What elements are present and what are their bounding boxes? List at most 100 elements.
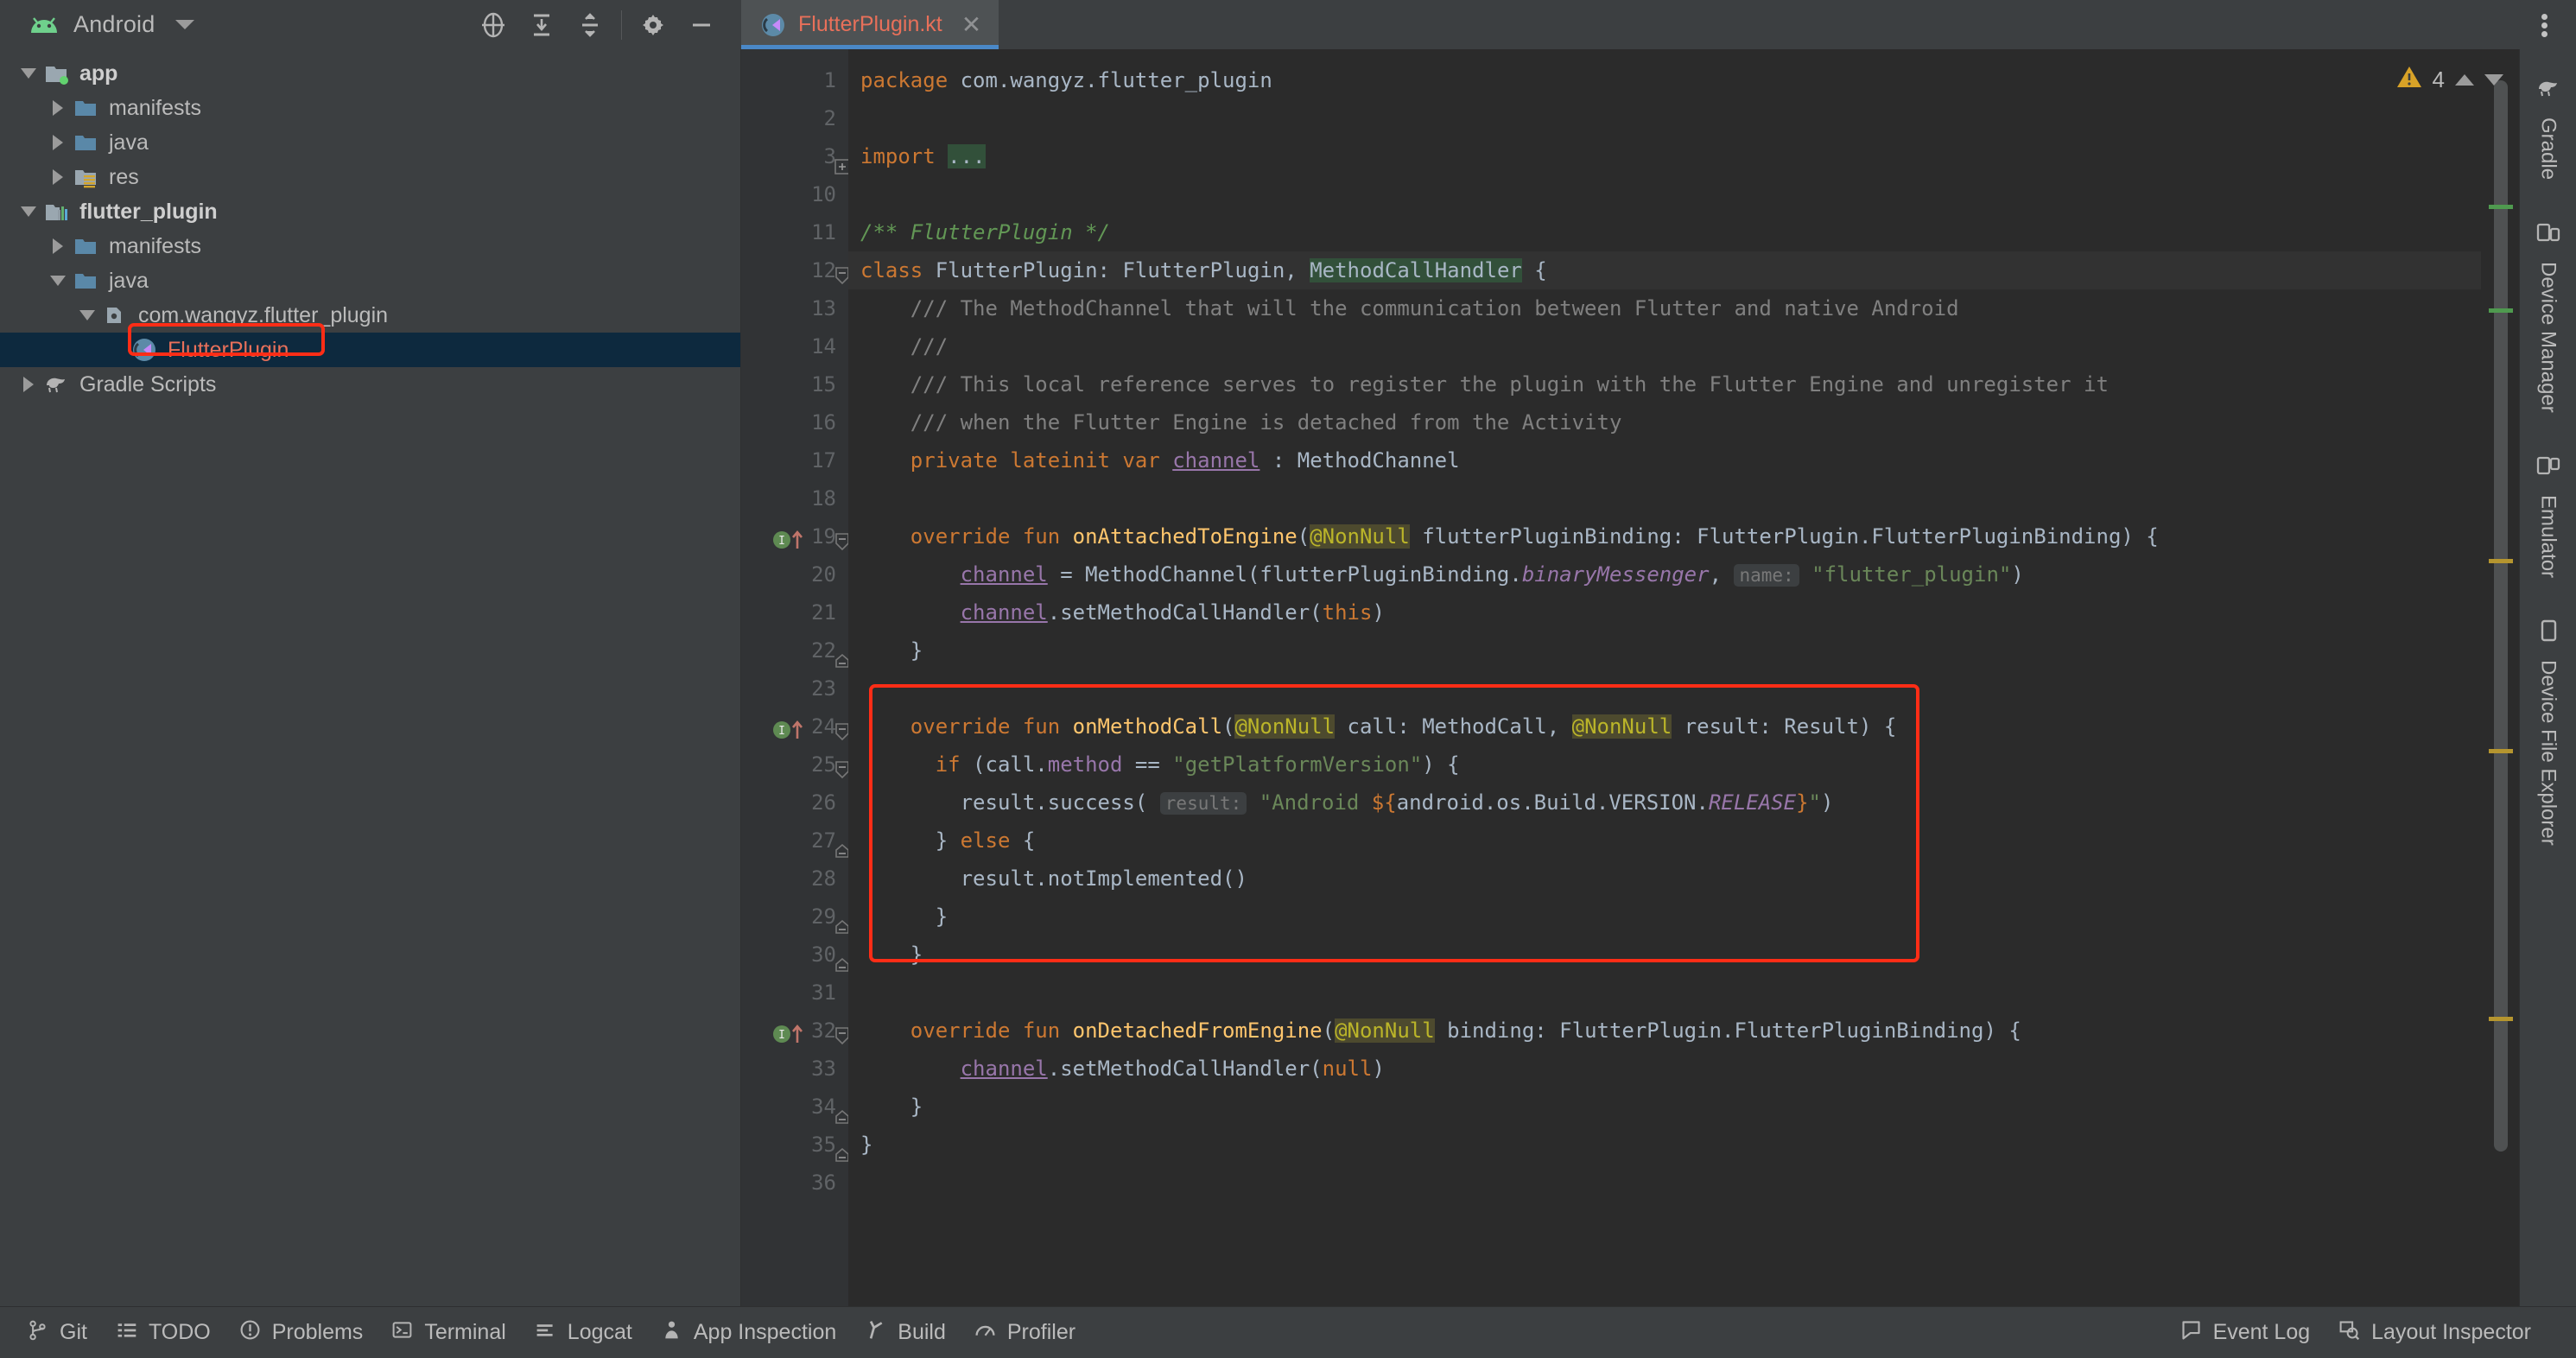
status-item-layout-inspector[interactable]: Layout Inspector bbox=[2331, 1318, 2552, 1348]
tree-node-java[interactable]: java bbox=[0, 263, 740, 298]
status-item-build[interactable]: Build bbox=[857, 1318, 967, 1348]
tab-flutterplugin-kt[interactable]: FlutterPlugin.kt ✕ bbox=[741, 0, 999, 49]
settings-gear-icon[interactable] bbox=[629, 1, 677, 49]
code-line[interactable] bbox=[848, 669, 2481, 708]
scrollbar-marker[interactable] bbox=[2489, 749, 2513, 753]
editor-code[interactable]: package com.wangyz.flutter_plugin import… bbox=[848, 49, 2481, 1306]
status-item-event-log[interactable]: Event Log bbox=[2173, 1318, 2332, 1348]
chevron-right-icon[interactable] bbox=[45, 135, 71, 150]
tree-node-manifests[interactable]: manifests bbox=[0, 91, 740, 125]
code-line[interactable]: } bbox=[848, 631, 2481, 669]
hide-panel-icon[interactable] bbox=[677, 1, 726, 49]
tree-node-gradle-scripts[interactable]: Gradle Scripts bbox=[0, 367, 740, 402]
code-line[interactable]: private lateinit var channel : MethodCha… bbox=[848, 441, 2481, 479]
rail-item-gradle[interactable]: Gradle bbox=[2535, 61, 2561, 206]
scrollbar-marker[interactable] bbox=[2489, 308, 2513, 313]
code-line[interactable] bbox=[848, 99, 2481, 137]
chevron-down-icon[interactable] bbox=[16, 206, 41, 217]
line-number: 15 bbox=[741, 365, 848, 403]
chevron-down-icon[interactable] bbox=[45, 276, 71, 286]
expand-all-icon[interactable] bbox=[517, 1, 566, 49]
code-line[interactable] bbox=[848, 1164, 2481, 1202]
editor-scrollbar-thumb[interactable] bbox=[2494, 80, 2508, 1152]
tree-node-flutter-plugin[interactable]: flutter_plugin bbox=[0, 194, 740, 229]
tree-node-app[interactable]: app bbox=[0, 56, 740, 91]
tree-node-java[interactable]: java bbox=[0, 125, 740, 160]
chevron-down-icon[interactable] bbox=[74, 310, 100, 320]
status-item-problems[interactable]: Problems bbox=[232, 1318, 384, 1348]
code-line[interactable]: class FlutterPlugin: FlutterPlugin, Meth… bbox=[848, 251, 2481, 289]
folder-icon bbox=[71, 95, 100, 121]
status-item-profiler[interactable]: Profiler bbox=[967, 1318, 1096, 1348]
code-line[interactable]: /// when the Flutter Engine is detached … bbox=[848, 403, 2481, 441]
code-line[interactable]: if (call.method == "getPlatformVersion")… bbox=[848, 746, 2481, 784]
line-number-text: 32 bbox=[811, 1018, 836, 1043]
code-line[interactable]: result.success( result: "Android ${andro… bbox=[848, 784, 2481, 822]
code-line[interactable]: } bbox=[848, 898, 2481, 936]
tree-node-manifests[interactable]: manifests bbox=[0, 229, 740, 263]
chevron-down-icon[interactable] bbox=[16, 68, 41, 79]
code-line[interactable]: result.notImplemented() bbox=[848, 860, 2481, 898]
code-line[interactable] bbox=[848, 479, 2481, 517]
code-line[interactable]: override fun onDetachedFromEngine(@NonNu… bbox=[848, 1012, 2481, 1050]
status-item-logcat[interactable]: Logcat bbox=[527, 1318, 653, 1348]
tree-node-com-wangyz-flutter-plugin[interactable]: com.wangyz.flutter_plugin bbox=[0, 298, 740, 333]
chevron-up-icon[interactable] bbox=[2455, 73, 2474, 86]
code-line[interactable]: /// The MethodChannel that will the comm… bbox=[848, 289, 2481, 327]
chevron-right-icon[interactable] bbox=[45, 100, 71, 116]
tree-node-res[interactable]: res bbox=[0, 160, 740, 194]
scrollbar-marker[interactable] bbox=[2489, 559, 2513, 563]
app-inspection-icon bbox=[660, 1318, 683, 1348]
code-line[interactable]: /// bbox=[848, 327, 2481, 365]
code-line[interactable]: import ... bbox=[848, 137, 2481, 175]
rail-item-device-file-explorer[interactable]: Device File Explorer bbox=[2535, 604, 2561, 872]
chevron-down-icon[interactable] bbox=[2484, 73, 2503, 86]
collapse-all-icon[interactable] bbox=[566, 1, 614, 49]
scrollbar-marker[interactable] bbox=[2489, 1017, 2513, 1021]
line-number: 1 bbox=[741, 61, 848, 99]
more-vertical-icon[interactable] bbox=[2521, 1, 2567, 49]
code-line[interactable]: /** FlutterPlugin */ bbox=[848, 213, 2481, 251]
line-number: 18 bbox=[741, 479, 848, 517]
status-item-todo[interactable]: TODO bbox=[108, 1318, 232, 1348]
code-line[interactable] bbox=[848, 974, 2481, 1012]
close-icon[interactable]: ✕ bbox=[961, 12, 981, 37]
rail-item-device-manager[interactable]: Device Manager bbox=[2535, 206, 2561, 439]
code-line[interactable]: /// This local reference serves to regis… bbox=[848, 365, 2481, 403]
chevron-right-icon[interactable] bbox=[45, 169, 71, 185]
code-token: method bbox=[1047, 752, 1123, 777]
code-editor[interactable]: 1 2 3 10 11 12 13 14 15 16 17 18 I 19 20 21 22 23 I 24 25 26 2… bbox=[741, 49, 2481, 1306]
tree-node-label: app bbox=[79, 60, 118, 86]
code-token: name: bbox=[1734, 564, 1799, 587]
code-line[interactable]: } bbox=[848, 1088, 2481, 1126]
tree-node-label: FlutterPlugin bbox=[168, 337, 289, 362]
select-opened-file-icon[interactable] bbox=[469, 1, 517, 49]
code-token: FlutterPlugin bbox=[935, 258, 1098, 282]
chevron-down-icon[interactable] bbox=[175, 20, 195, 29]
editor-gutter[interactable]: 1 2 3 10 11 12 13 14 15 16 17 18 I 19 20 21 22 23 I 24 25 26 2… bbox=[741, 49, 850, 1306]
chevron-right-icon[interactable] bbox=[16, 377, 41, 392]
code-line[interactable]: channel.setMethodCallHandler(null) bbox=[848, 1050, 2481, 1088]
project-tree[interactable]: app manifests java res flutter_plugin manifes… bbox=[0, 49, 741, 1306]
code-token: ) bbox=[1372, 1057, 1385, 1081]
status-item-app-inspection[interactable]: App Inspection bbox=[653, 1318, 857, 1348]
scrollbar-marker[interactable] bbox=[2489, 205, 2513, 209]
editor-marker-scrollbar[interactable] bbox=[2481, 49, 2519, 1306]
chevron-right-icon[interactable] bbox=[45, 238, 71, 254]
code-line[interactable]: override fun onAttachedToEngine(@NonNull… bbox=[848, 517, 2481, 555]
code-line[interactable] bbox=[848, 175, 2481, 213]
code-line[interactable]: channel.setMethodCallHandler(this) bbox=[848, 593, 2481, 631]
status-item-git[interactable]: Git bbox=[19, 1318, 108, 1348]
code-line[interactable]: } else { bbox=[848, 822, 2481, 860]
code-token: (call. bbox=[973, 752, 1048, 777]
status-item-label: TODO bbox=[148, 1320, 211, 1344]
code-line[interactable]: } bbox=[848, 1126, 2481, 1164]
code-line[interactable]: package com.wangyz.flutter_plugin bbox=[848, 61, 2481, 99]
code-line[interactable]: channel = MethodChannel(flutterPluginBin… bbox=[848, 555, 2481, 593]
line-number-text: 29 bbox=[811, 904, 836, 929]
code-line[interactable]: override fun onMethodCall(@NonNull call:… bbox=[848, 708, 2481, 746]
code-line[interactable]: } bbox=[848, 936, 2481, 974]
rail-item-emulator[interactable]: Emulator bbox=[2535, 439, 2561, 604]
tree-node-flutterplugin[interactable]: FlutterPlugin bbox=[0, 333, 740, 367]
status-item-terminal[interactable]: Terminal bbox=[384, 1318, 526, 1348]
